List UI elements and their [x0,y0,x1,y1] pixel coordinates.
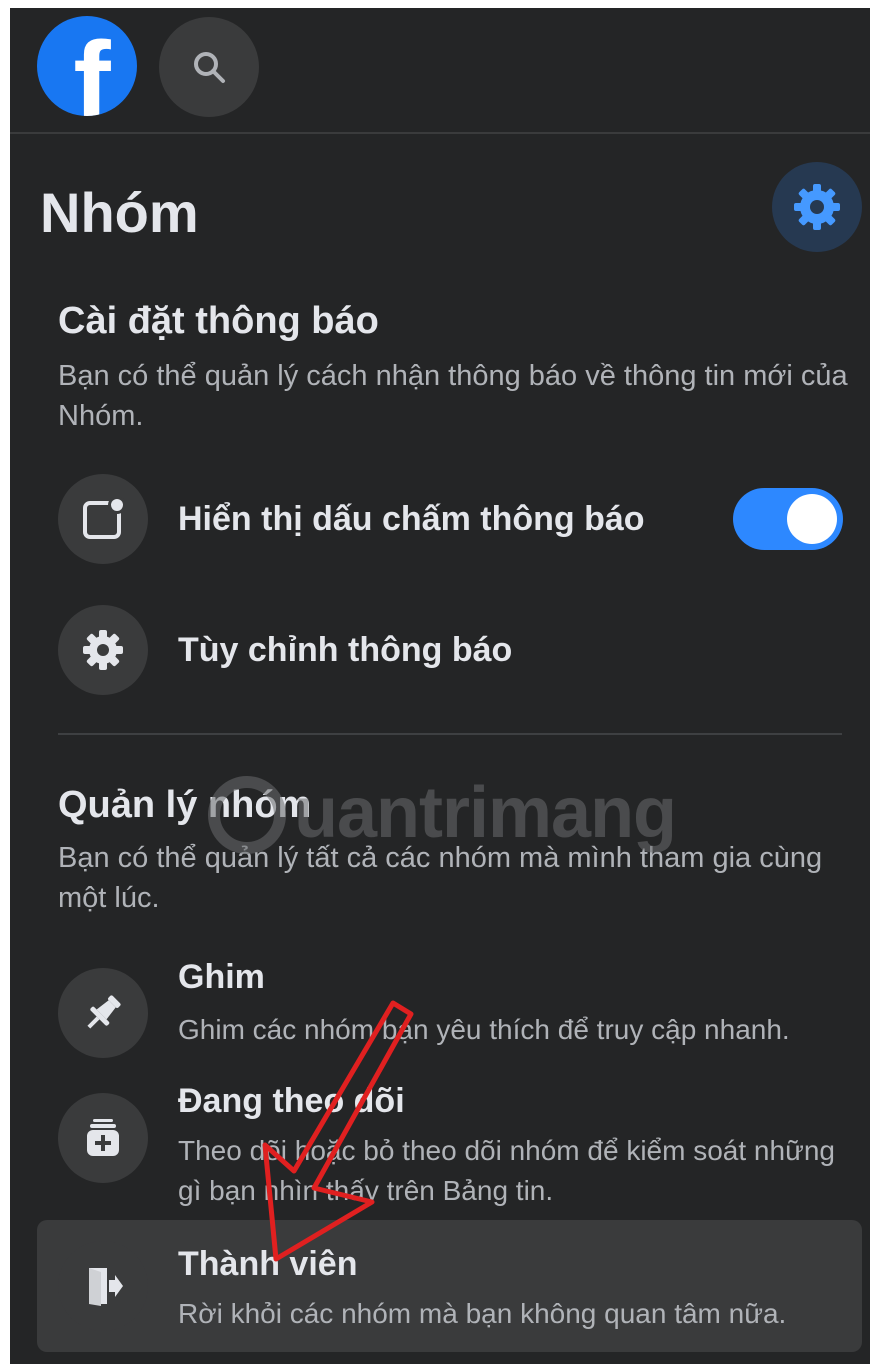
annotation-arrow-icon [262,1000,414,1262]
groups-settings-panel: f Nhóm Cài đặt thông báo Bạn có thể quản… [10,8,870,1364]
